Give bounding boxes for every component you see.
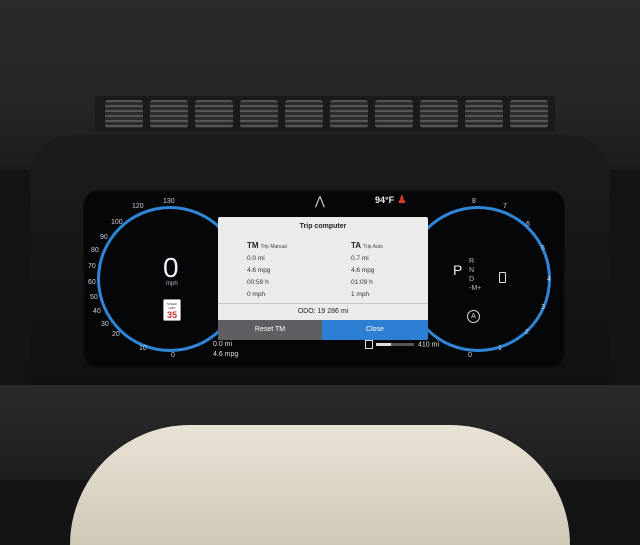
tm-time: 00:59 h xyxy=(247,279,269,286)
speed-unit: mph xyxy=(166,281,178,287)
gear-manual: -M+ xyxy=(469,285,482,292)
ta-time: 01:09 h xyxy=(351,279,373,286)
bottom-trip-mpg: 4.6 mpg xyxy=(213,351,239,358)
tm-fuel-economy: 4.6 mpg xyxy=(247,267,271,274)
speed-tick: 120 xyxy=(132,203,144,210)
rpm-tick: 8 xyxy=(472,198,476,205)
speed-limit-sign: SPEED LIMIT 35 xyxy=(163,299,181,321)
speed-tick: 20 xyxy=(112,331,120,338)
instrument-cluster-display: 130 120 100 90 80 70 60 50 40 30 20 10 0… xyxy=(85,192,563,366)
trip-computer-dialog: Trip computer TM Trip Manual TA Trip Aut… xyxy=(218,217,428,340)
rpm-tick: 5 xyxy=(541,245,545,252)
battery-icon xyxy=(499,272,506,283)
trip-auto-code: TA xyxy=(351,241,362,250)
rpm-tick: 7 xyxy=(503,203,507,210)
speed-tick: 10 xyxy=(139,345,147,352)
gear-r: R xyxy=(469,258,475,265)
rpm-tick: 1 xyxy=(498,345,502,352)
speed-tick: 50 xyxy=(90,294,98,301)
trip-auto-header: TA Trip Auto xyxy=(351,241,383,250)
speed-tick: 30 xyxy=(101,321,109,328)
ta-fuel-economy: 4.6 mpg xyxy=(351,267,375,274)
fuel-level-bar xyxy=(376,343,414,346)
speed-tick: 100 xyxy=(111,219,123,226)
ta-distance: 0.7 mi xyxy=(351,255,369,262)
speed-tick: 70 xyxy=(88,263,96,270)
speed-tick: 0 xyxy=(171,352,175,359)
seatbelt-warning-icon: ♟ xyxy=(397,194,407,206)
current-speed: 0 xyxy=(163,252,179,283)
trip-manual-label: Trip Manual xyxy=(260,244,287,250)
dialog-title: Trip computer xyxy=(299,223,347,230)
speed-tick: 40 xyxy=(93,308,101,315)
odometer: ODO: 19 286 mi xyxy=(218,303,428,320)
rpm-tick: 2 xyxy=(525,329,529,336)
road-icon: ⋀ xyxy=(315,194,325,208)
air-vent xyxy=(95,96,555,132)
outside-temperature: 94°F xyxy=(375,195,395,205)
range-value: 410 mi xyxy=(418,341,440,349)
auto-start-stop-icon: A xyxy=(467,310,480,323)
trip-manual-code: TM xyxy=(247,241,259,250)
gear-n: N xyxy=(469,267,475,274)
fuel-pump-icon xyxy=(365,340,373,349)
rpm-tick: 6 xyxy=(526,221,530,228)
bottom-trip-distance: 0.0 mi xyxy=(213,341,233,348)
rpm-tick: 3 xyxy=(541,304,545,311)
rpm-tick: 4 xyxy=(547,276,551,283)
fuel-range: 410 mi xyxy=(365,340,439,349)
speed-tick: 130 xyxy=(163,198,175,205)
speed-limit-value: 35 xyxy=(166,310,177,320)
gear-selected: P xyxy=(453,262,463,278)
trip-auto-label: Trip Auto xyxy=(363,244,383,250)
speed-tick: 80 xyxy=(91,247,99,254)
speed-tick: 90 xyxy=(100,234,108,241)
steering-wheel xyxy=(70,425,570,545)
speed-tick: 60 xyxy=(88,279,96,286)
speed-limit-label: SPEED LIMIT xyxy=(166,302,178,310)
close-button[interactable]: Close xyxy=(322,320,428,340)
trip-manual-header: TM Trip Manual xyxy=(247,241,287,250)
gear-list: R N D -M+ xyxy=(469,257,481,293)
ta-avg-speed: 1 mph xyxy=(351,291,370,298)
bottom-trip-info: 0.0 mi 4.6 mpg xyxy=(213,340,238,360)
tm-avg-speed: 0 mph xyxy=(247,291,266,298)
gear-d: D xyxy=(469,276,475,283)
reset-tm-button[interactable]: Reset TM xyxy=(218,320,322,340)
tm-distance: 0.0 mi xyxy=(247,255,265,262)
rpm-tick: 0 xyxy=(468,352,472,359)
